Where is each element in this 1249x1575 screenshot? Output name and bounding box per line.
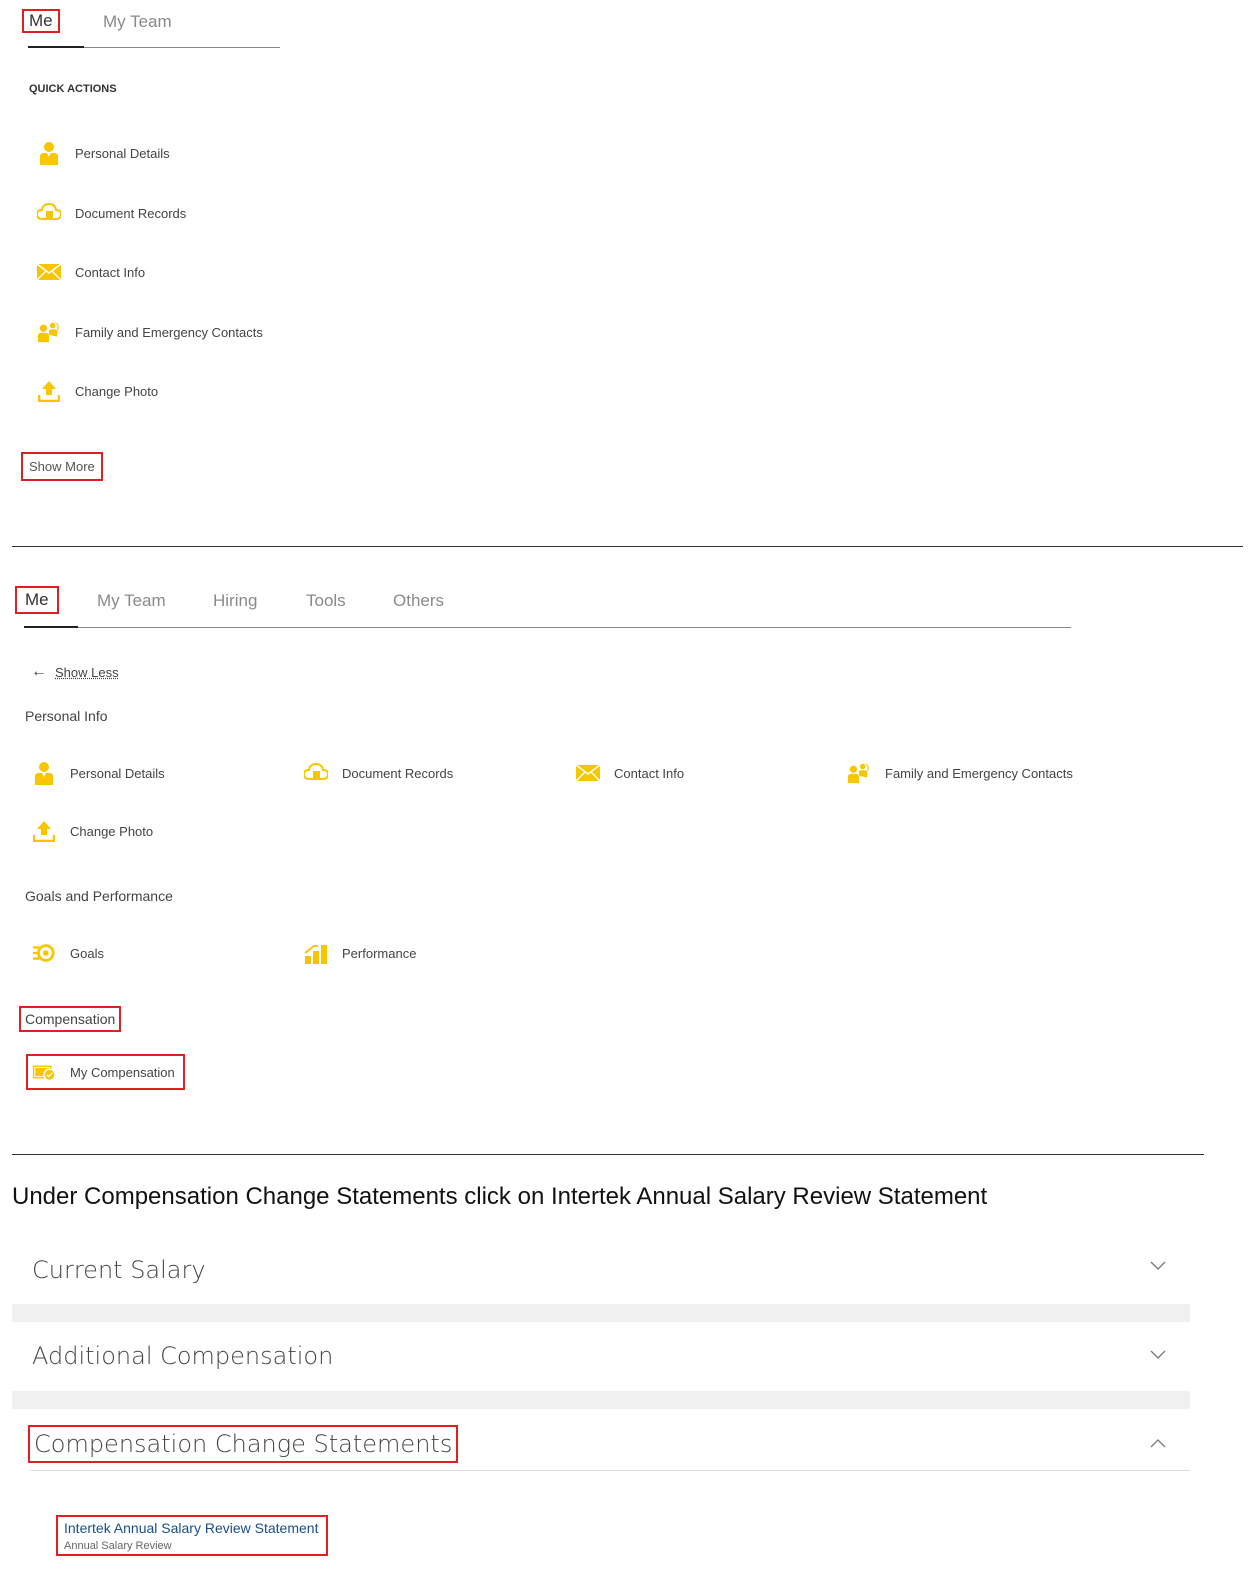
qa-label: Contact Info — [75, 264, 146, 280]
qa-change-photo[interactable]: Change Photo — [37, 380, 158, 402]
family-icon — [37, 321, 61, 343]
tab-active-indicator — [28, 46, 84, 48]
item-label: Document Records — [342, 765, 454, 781]
item-label: Personal Details — [70, 765, 165, 781]
tab-tools[interactable]: Tools — [306, 591, 346, 611]
goals-icon — [32, 942, 56, 964]
tab-my-team[interactable]: My Team — [97, 591, 166, 611]
statement-item[interactable]: Intertek Annual Salary Review Statement … — [55, 1515, 329, 1556]
qa-label: Change Photo — [75, 383, 159, 399]
tab-me[interactable]: Me — [22, 9, 60, 33]
item-contact-info[interactable]: Contact Info — [576, 762, 684, 784]
tab-underline — [24, 627, 1071, 628]
show-more-link[interactable]: Show More — [21, 452, 103, 481]
chevron-down-icon — [1150, 1347, 1166, 1365]
tab-hiring[interactable]: Hiring — [213, 591, 257, 611]
item-change-photo[interactable]: Change Photo — [32, 820, 153, 842]
person-icon — [37, 142, 61, 165]
compensation-icon — [32, 1061, 56, 1083]
goals-performance-heading: Goals and Performance — [25, 888, 173, 904]
mail-icon — [576, 762, 600, 784]
item-performance[interactable]: Performance — [304, 942, 416, 964]
tab-active-indicator — [24, 626, 78, 628]
accordion-header-divider — [30, 1470, 1190, 1471]
tab-others[interactable]: Others — [393, 591, 444, 611]
qa-label: Personal Details — [75, 145, 170, 161]
item-goals[interactable]: Goals — [32, 942, 104, 964]
show-less-label: Show Less — [55, 664, 119, 680]
item-document-records[interactable]: Document Records — [304, 762, 453, 784]
quick-actions-heading: QUICK ACTIONS — [29, 83, 117, 95]
accordion-compensation-change-statements[interactable]: Compensation Change Statements Intertek … — [12, 1409, 1190, 1575]
accordion-title: Current Salary — [32, 1256, 206, 1284]
qa-family-contacts[interactable]: Family and Emergency Contacts — [37, 321, 263, 343]
qa-contact-info[interactable]: Contact Info — [37, 261, 145, 283]
upload-icon — [32, 820, 56, 842]
accordion-additional-compensation[interactable]: Additional Compensation — [12, 1322, 1190, 1391]
item-label: Change Photo — [70, 823, 154, 839]
mail-icon — [37, 261, 61, 283]
item-my-compensation[interactable]: My Compensation — [26, 1054, 185, 1090]
cloud-document-icon — [304, 762, 328, 784]
item-label: Family and Emergency Contacts — [885, 765, 1073, 781]
accordion-gap — [12, 1391, 1190, 1409]
item-label: Contact Info — [614, 765, 685, 781]
tab-my-team[interactable]: My Team — [103, 12, 172, 32]
accordion-gap — [12, 1304, 1190, 1322]
item-personal-details[interactable]: Personal Details — [32, 762, 165, 785]
arrow-left-icon: ← — [31, 663, 47, 680]
qa-personal-details[interactable]: Personal Details — [37, 142, 170, 165]
instruction-text: Under Compensation Change Statements cli… — [12, 1183, 988, 1210]
performance-chart-icon — [304, 942, 328, 964]
compensation-heading: Compensation — [18, 1006, 122, 1032]
chevron-down-icon — [1150, 1258, 1166, 1276]
statement-link[interactable]: Intertek Annual Salary Review Statement — [64, 1520, 318, 1536]
show-less-link[interactable]: ← Show Less — [31, 663, 119, 681]
family-icon — [847, 762, 871, 784]
upload-icon — [37, 380, 61, 402]
separator-line — [12, 1154, 1204, 1155]
item-label: Performance — [342, 945, 417, 961]
tab-me[interactable]: Me — [15, 586, 59, 614]
accordion-title: Compensation Change Statements — [27, 1425, 459, 1463]
item-family-contacts[interactable]: Family and Emergency Contacts — [847, 762, 1073, 784]
separator-line — [12, 546, 1243, 547]
accordion-current-salary[interactable]: Current Salary — [12, 1236, 1190, 1304]
personal-info-heading: Personal Info — [25, 708, 108, 724]
item-label: Goals — [70, 945, 104, 961]
qa-label: Family and Emergency Contacts — [75, 324, 263, 340]
qa-document-records[interactable]: Document Records — [37, 202, 186, 224]
qa-label: Document Records — [75, 205, 187, 221]
item-label: My Compensation — [70, 1064, 175, 1080]
statement-subtitle: Annual Salary Review — [64, 1540, 172, 1552]
chevron-up-icon — [1150, 1435, 1166, 1453]
accordion-title: Additional Compensation — [32, 1342, 334, 1370]
cloud-document-icon — [37, 202, 61, 224]
person-icon — [32, 762, 56, 785]
